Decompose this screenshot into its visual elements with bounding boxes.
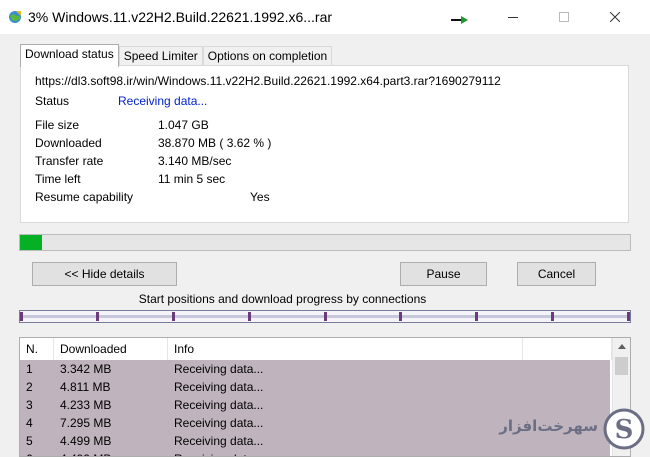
column-header-number[interactable]: N. bbox=[20, 338, 54, 360]
cell-downloaded: 3.342 MB bbox=[60, 362, 112, 376]
hide-details-button[interactable]: << Hide details bbox=[32, 262, 177, 286]
file-size-value: 1.047 GB bbox=[158, 118, 209, 132]
watermark: سهرخت‌افزار S bbox=[470, 405, 645, 455]
download-url: https://dl3.soft98.ir/win/Windows.11.v22… bbox=[35, 74, 501, 88]
progress-fill bbox=[20, 235, 43, 250]
status-label: Status bbox=[35, 94, 70, 108]
tab-download-status[interactable]: Download status bbox=[20, 44, 119, 67]
cell-number: 3 bbox=[26, 398, 33, 412]
svg-text:S: S bbox=[615, 415, 634, 445]
download-progress-bar bbox=[19, 234, 631, 251]
file-size-label: File size bbox=[35, 118, 80, 132]
connection-marker bbox=[172, 312, 175, 321]
cell-number: 2 bbox=[26, 380, 33, 394]
time-left-value: 11 min 5 sec bbox=[158, 172, 226, 186]
cell-info: Receiving data... bbox=[174, 362, 264, 376]
column-header-info[interactable]: Info bbox=[168, 338, 523, 360]
cell-downloaded: 4.811 MB bbox=[60, 380, 111, 394]
tab-strip: Download status Speed Limiter Options on… bbox=[20, 44, 333, 67]
time-left-label: Time left bbox=[35, 172, 81, 186]
chevron-up-icon bbox=[617, 344, 626, 349]
cell-number: 1 bbox=[26, 362, 33, 376]
connection-marker bbox=[475, 312, 478, 321]
window-title: 3% Windows.11.v22H2.Build.22621.1992.x6.… bbox=[28, 9, 333, 25]
scroll-up-button[interactable] bbox=[613, 338, 630, 355]
title-bar: 3% Windows.11.v22H2.Build.22621.1992.x6.… bbox=[0, 0, 650, 34]
minimize-button[interactable] bbox=[490, 0, 536, 34]
download-status-panel: https://dl3.soft98.ir/win/Windows.11.v22… bbox=[20, 65, 629, 223]
cell-downloaded: 4.499 MB bbox=[60, 434, 112, 448]
pause-button[interactable]: Pause bbox=[400, 262, 487, 286]
table-header: N. Downloaded Info bbox=[20, 338, 612, 360]
idm-globe-icon bbox=[9, 11, 21, 23]
transfer-rate-value: 3.140 MB/sec bbox=[158, 154, 232, 168]
cell-downloaded: 4.499 MB bbox=[54, 450, 168, 456]
scroll-thumb[interactable] bbox=[615, 357, 628, 375]
watermark-logo-icon: S bbox=[603, 408, 645, 450]
column-header-empty bbox=[523, 338, 612, 360]
tab-speed-limiter[interactable]: Speed Limiter bbox=[118, 46, 203, 67]
connections-progress-bar bbox=[19, 310, 631, 323]
close-icon bbox=[610, 12, 620, 22]
cell-number: 5 bbox=[26, 434, 33, 448]
connection-marker bbox=[324, 312, 327, 321]
maximize-icon bbox=[559, 12, 569, 22]
watermark-text: سهرخت‌افزار bbox=[499, 417, 598, 435]
transfer-rate-label: Transfer rate bbox=[35, 154, 104, 168]
cell-downloaded: 7.295 MB bbox=[60, 416, 112, 430]
table-row[interactable]: 2 4.811 MB Receiving data... bbox=[20, 378, 610, 396]
connection-marker bbox=[551, 312, 554, 321]
cell-info: Receiving data... bbox=[174, 380, 264, 394]
resume-capability-label: Resume capability bbox=[35, 190, 134, 204]
minimize-icon bbox=[508, 17, 518, 18]
cancel-button[interactable]: Cancel bbox=[517, 262, 596, 286]
downloaded-label: Downloaded bbox=[35, 136, 102, 150]
table-row[interactable]: 1 3.342 MB Receiving data... bbox=[20, 360, 610, 378]
resume-capability-value: Yes bbox=[250, 190, 270, 204]
downloaded-value: 38.870 MB ( 3.62 % ) bbox=[158, 136, 272, 150]
connection-marker bbox=[20, 312, 23, 321]
maximize-button[interactable] bbox=[541, 0, 587, 34]
status-value: Receiving data... bbox=[118, 94, 208, 108]
connection-marker bbox=[399, 312, 402, 321]
cell-downloaded: 4.233 MB bbox=[60, 398, 112, 412]
cell-number: 4 bbox=[26, 416, 33, 430]
connection-marker bbox=[627, 312, 630, 321]
green-arrow-icon bbox=[451, 16, 468, 24]
close-button[interactable] bbox=[592, 0, 638, 34]
connection-marker bbox=[248, 312, 251, 321]
tab-options-on-completion[interactable]: Options on completion bbox=[202, 46, 333, 67]
column-header-downloaded[interactable]: Downloaded bbox=[54, 338, 168, 360]
cell-number: 6 bbox=[20, 450, 54, 456]
connection-marker bbox=[96, 312, 99, 321]
connections-caption: Start positions and download progress by… bbox=[138, 292, 427, 306]
